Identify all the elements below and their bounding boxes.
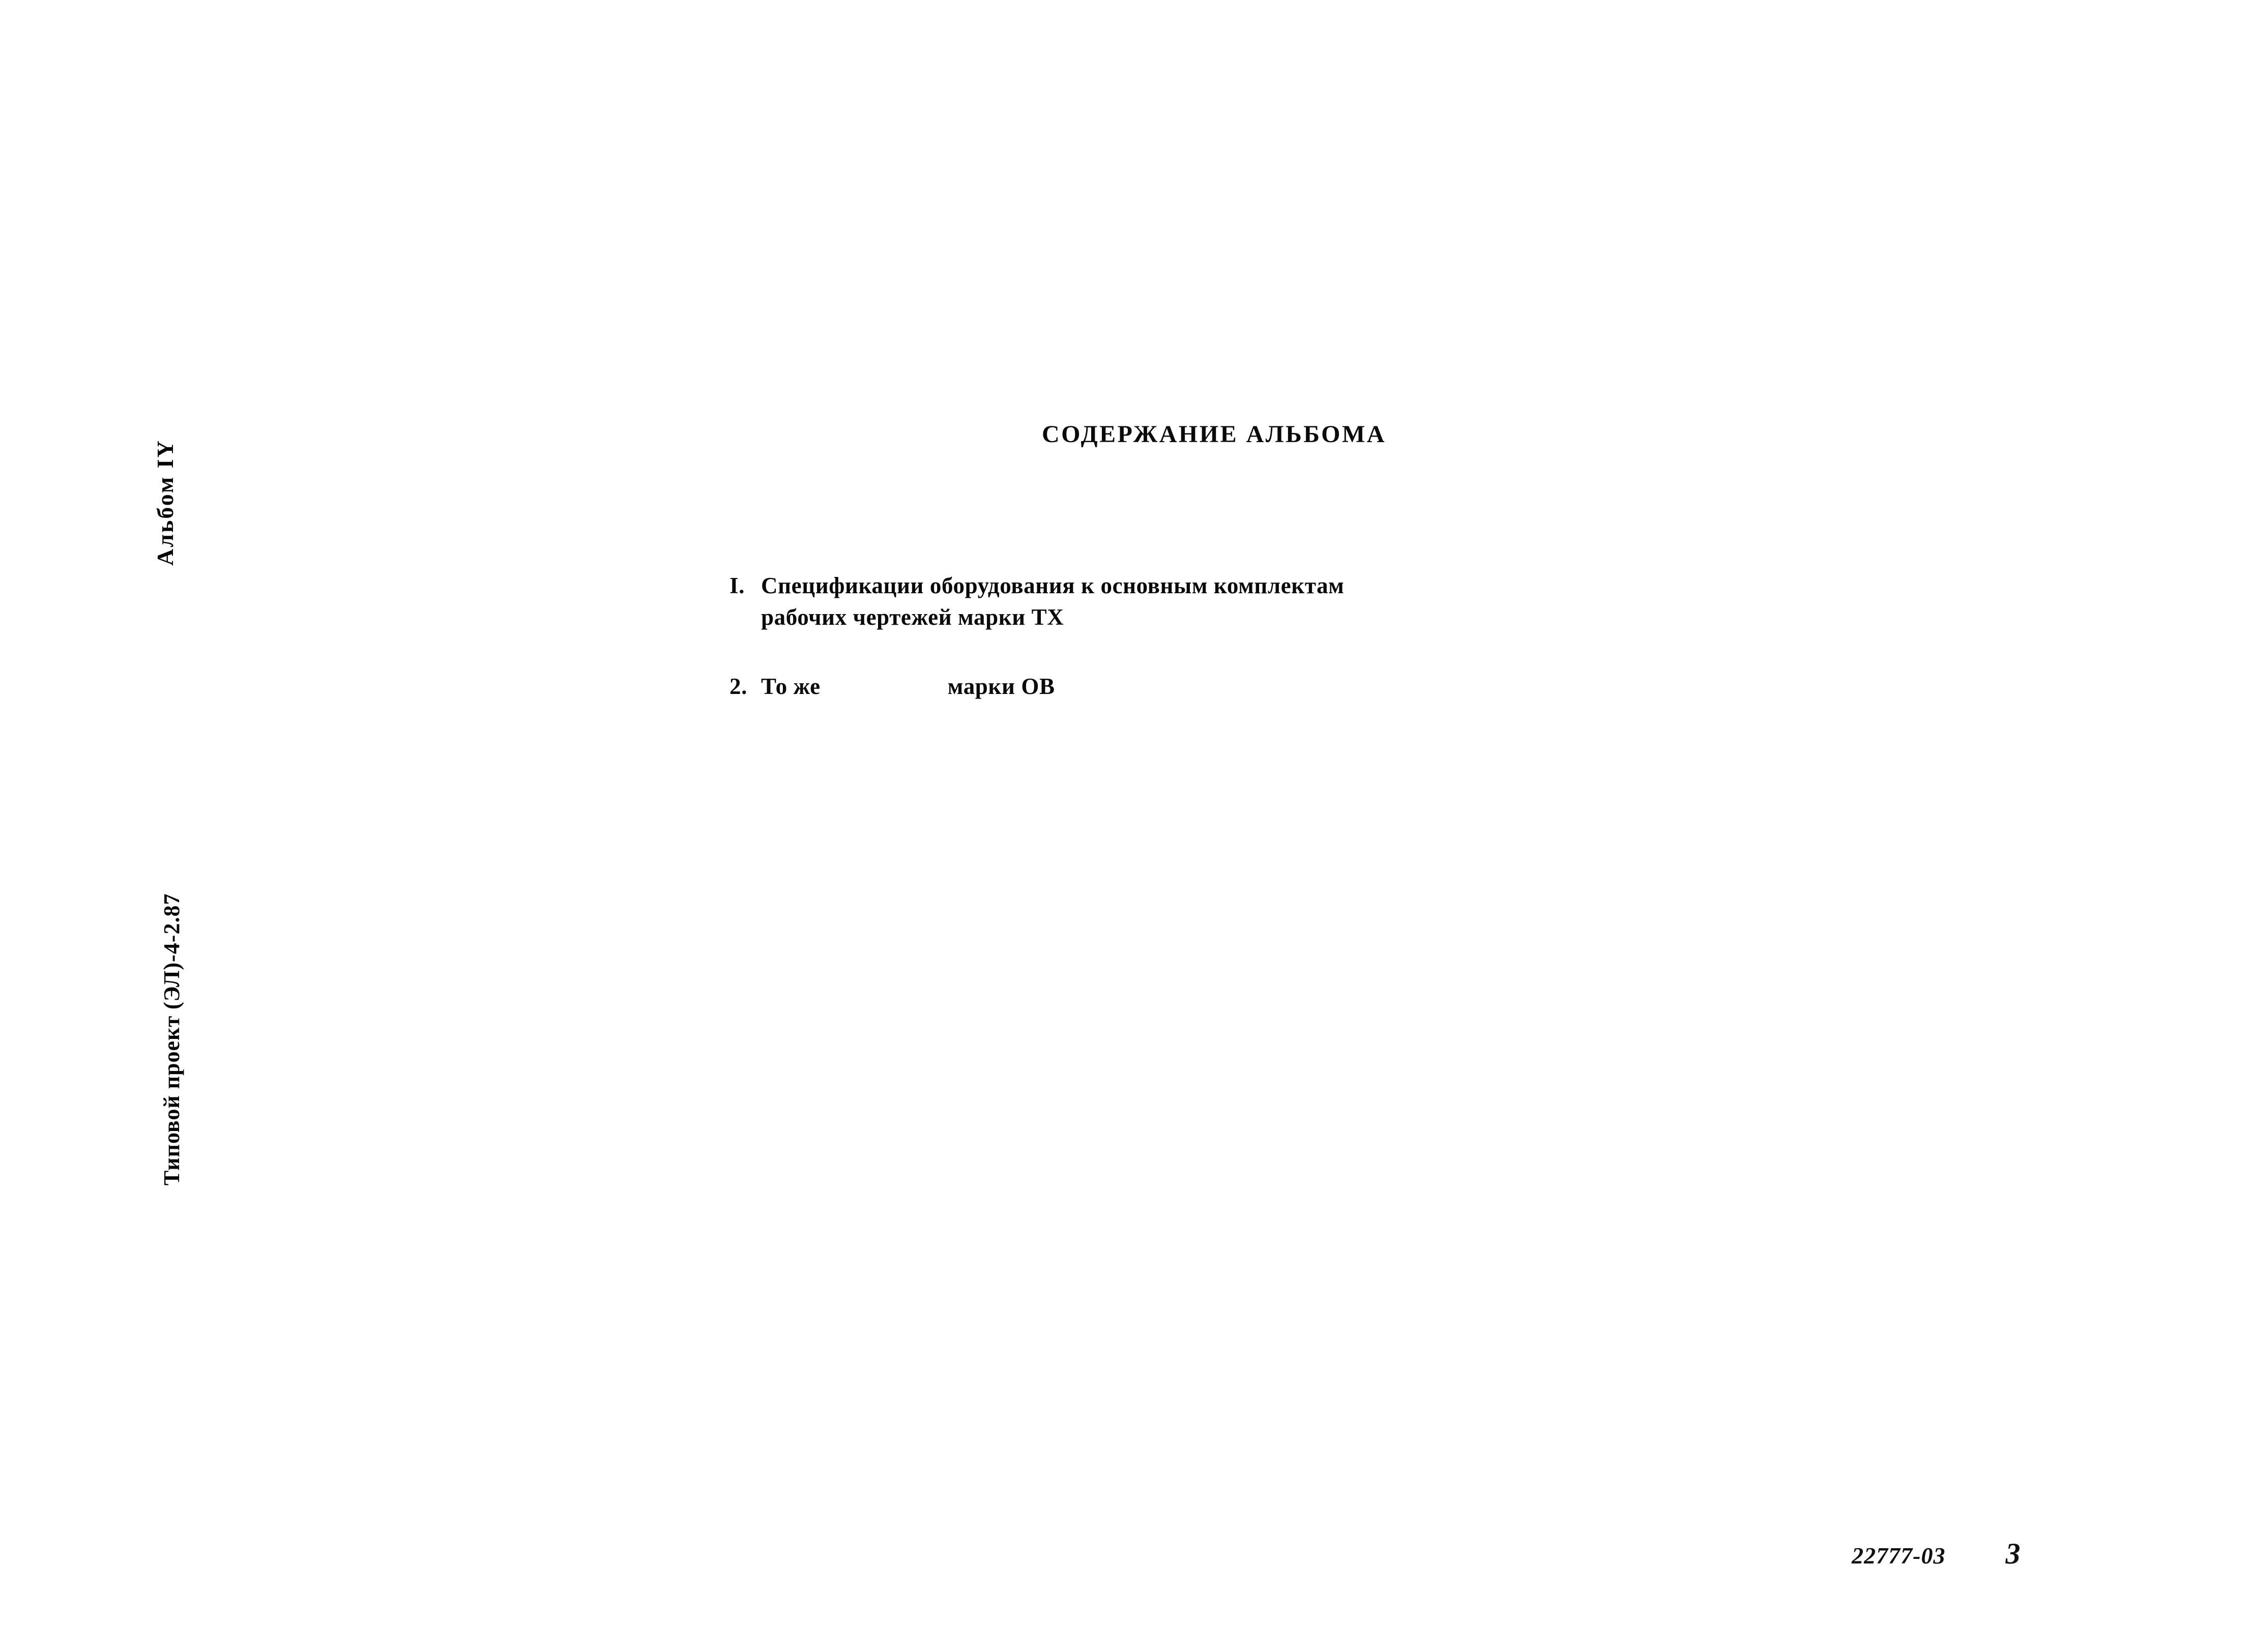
page-number: 3: [2005, 1537, 2021, 1570]
page-footer: 22777-03 3: [1852, 1537, 2020, 1571]
contents-item-number: 2.: [729, 674, 747, 699]
document-page: Альбом IY Типовой проект (ЭЛ)-4-2.87 СОД…: [0, 0, 2247, 1652]
list-item: I. Спецификации оборудования к основным …: [729, 570, 1594, 633]
contents-item-first-line: I. Спецификации оборудования к основным …: [729, 570, 1594, 601]
contents-item-text: То же: [761, 674, 821, 699]
contents-item-text: Спецификации оборудования к основным ком…: [761, 573, 1345, 598]
page-title: СОДЕРЖАНИЕ АЛЬБОМА: [1042, 421, 1386, 448]
contents-item-first-line: 2. То же марки ОВ: [729, 671, 1594, 702]
album-designation-stamp: Альбом IY: [152, 439, 178, 566]
contents-item-mark: марки ОВ: [947, 674, 1055, 699]
contents-item-continuation: рабочих чертежей марки ТХ: [761, 604, 1064, 630]
document-number: 22777-03: [1852, 1543, 1946, 1569]
list-item: 2. То же марки ОВ: [729, 671, 1594, 702]
typical-project-code-stamp: Типовой проект (ЭЛ)-4-2.87: [159, 893, 184, 1185]
contents-list: I. Спецификации оборудования к основным …: [729, 570, 1594, 740]
contents-item-number: I.: [729, 573, 745, 598]
